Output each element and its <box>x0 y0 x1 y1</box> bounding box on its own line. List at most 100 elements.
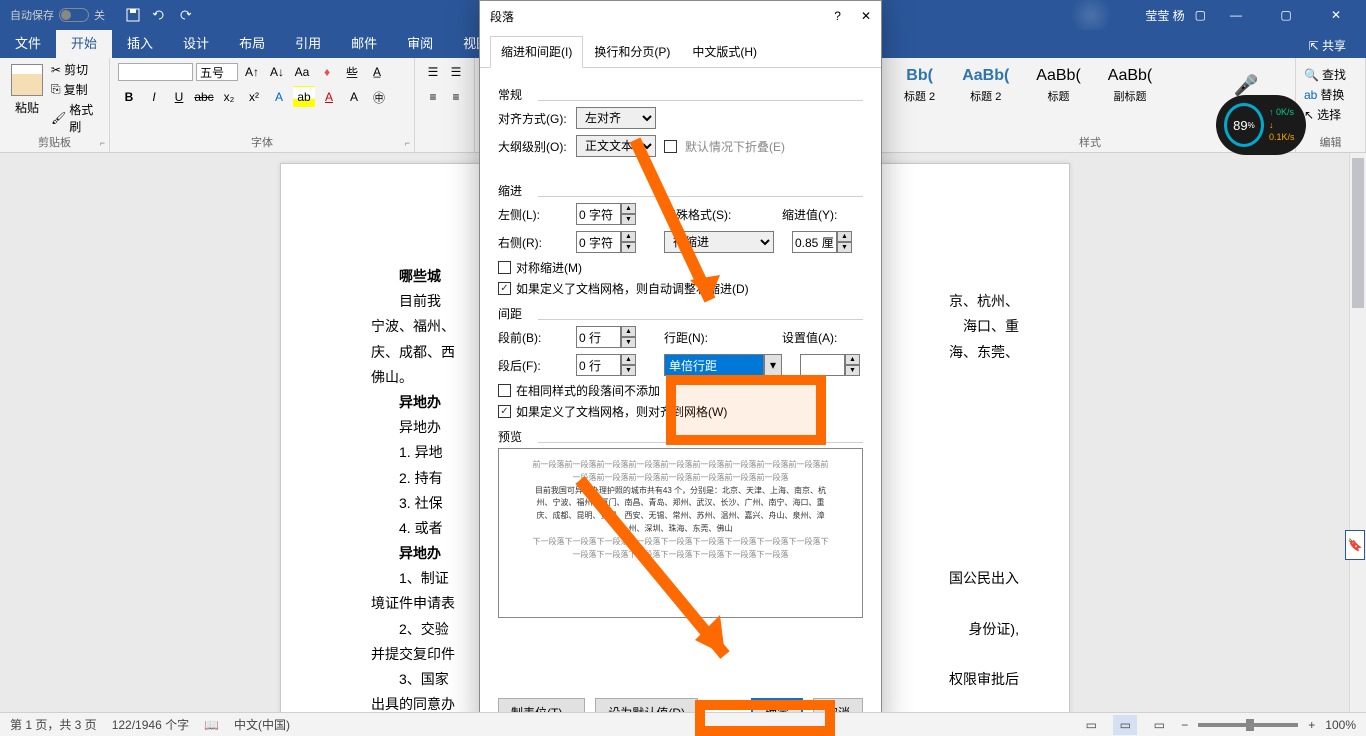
no-space-label: 在相同样式的段落间不添加 <box>516 382 660 399</box>
spell-check-icon[interactable]: 📖 <box>204 718 219 732</box>
dialog-tab-lineBreak[interactable]: 换行和分页(P) <box>583 36 681 67</box>
style-heading2b[interactable]: AaBb(标题 2 <box>951 61 1020 110</box>
decrease-font-icon[interactable]: A↓ <box>266 61 288 83</box>
strikethrough-button[interactable]: abc <box>193 86 215 108</box>
italic-button[interactable]: I <box>143 86 165 108</box>
tab-insert[interactable]: 插入 <box>112 27 168 58</box>
zoom-in-button[interactable]: + <box>1308 718 1315 732</box>
font-color-icon[interactable]: A <box>318 86 340 108</box>
mirror-checkbox[interactable] <box>498 261 511 274</box>
dialog-titlebar: 段落 ? ✕ <box>480 1 881 31</box>
at-spinner[interactable]: ▲▼ <box>800 354 860 376</box>
scroll-thumb[interactable] <box>1352 158 1364 308</box>
character-border-icon[interactable]: A̲ <box>366 61 388 83</box>
character-shading-icon[interactable]: A <box>343 86 365 108</box>
dialog-tab-asian[interactable]: 中文版式(H) <box>681 36 768 67</box>
auto-adjust-checkbox[interactable] <box>498 282 511 295</box>
right-indent-label: 右侧(R): <box>498 234 568 251</box>
tab-references[interactable]: 引用 <box>280 27 336 58</box>
dialog-close-button[interactable]: ✕ <box>861 9 871 23</box>
system-monitor-widget[interactable]: 89% ↑ 0K/s ↓ 0.1K/s <box>1216 95 1306 155</box>
font-size-select[interactable] <box>196 63 238 81</box>
dialog-tab-indent[interactable]: 缩进和间距(I) <box>490 36 583 68</box>
font-name-select[interactable] <box>118 63 193 81</box>
tab-layout[interactable]: 布局 <box>224 27 280 58</box>
print-layout-icon[interactable]: ▭ <box>1113 715 1137 735</box>
minimize-button[interactable]: — <box>1216 8 1256 22</box>
clipboard-expand-icon[interactable]: ⌐ <box>100 138 105 148</box>
style-title[interactable]: AaBb(标题 <box>1025 61 1091 110</box>
tab-mailings[interactable]: 邮件 <box>336 27 392 58</box>
scissors-icon: ✂ <box>51 63 61 77</box>
highlight-icon[interactable]: ab <box>293 86 315 108</box>
format-painter-button[interactable]: 🖌 格式刷 <box>51 101 101 135</box>
language-status[interactable]: 中文(中国) <box>234 716 290 733</box>
cut-button[interactable]: ✂ 剪切 <box>51 61 101 78</box>
autosave-toggle[interactable]: 自动保存 关 <box>10 7 105 23</box>
replace-icon: ab <box>1304 88 1317 102</box>
user-icon[interactable]: ▢ <box>1195 8 1206 22</box>
mirror-label: 对称缩进(M) <box>516 259 582 276</box>
restore-button[interactable]: ▢ <box>1266 8 1306 22</box>
change-case-icon[interactable]: Aa <box>291 61 313 83</box>
paste-button[interactable]: 粘贴 <box>8 61 46 119</box>
increase-font-icon[interactable]: A↑ <box>241 61 263 83</box>
snap-grid-checkbox[interactable] <box>498 405 511 418</box>
read-mode-icon[interactable]: ▭ <box>1079 715 1103 735</box>
bullets-icon[interactable]: ☰ <box>423 61 443 83</box>
bookmark-nav-icon[interactable]: 🔖 <box>1345 530 1365 560</box>
copy-button[interactable]: ⎘ 复制 <box>51 81 101 98</box>
brush-icon: 🖌 <box>51 111 66 125</box>
numbering-icon[interactable]: ☰ <box>446 61 466 83</box>
annotation-highlight-2 <box>695 700 835 736</box>
clear-format-icon[interactable]: ♦ <box>316 61 338 83</box>
line-spacing-select[interactable]: 单倍行距 <box>664 354 764 376</box>
alignment-select[interactable]: 左对齐 <box>576 107 656 129</box>
zoom-out-button[interactable]: − <box>1181 718 1188 732</box>
align-center-icon[interactable]: ≡ <box>446 86 466 108</box>
before-label: 段前(B): <box>498 329 568 346</box>
tab-review[interactable]: 审阅 <box>392 27 448 58</box>
undo-icon[interactable] <box>151 7 167 23</box>
word-count[interactable]: 122/1946 个字 <box>112 716 189 733</box>
after-spinner[interactable]: ▲▼ <box>576 354 636 376</box>
underline-button[interactable]: U <box>168 86 190 108</box>
indent-by-spinner[interactable]: ▲▼ <box>792 231 852 253</box>
select-button[interactable]: ↖ 选择 <box>1304 106 1357 123</box>
tab-home[interactable]: 开始 <box>56 27 112 58</box>
replace-button[interactable]: ab 替换 <box>1304 86 1357 103</box>
redo-icon[interactable] <box>177 7 193 23</box>
subscript-button[interactable]: x₂ <box>218 86 240 108</box>
paste-icon <box>11 64 43 96</box>
zoom-slider[interactable] <box>1198 723 1298 727</box>
after-label: 段后(F): <box>498 357 568 374</box>
web-layout-icon[interactable]: ▭ <box>1147 715 1171 735</box>
text-effects-icon[interactable]: A <box>268 86 290 108</box>
annotation-arrow-1 <box>615 130 735 330</box>
annotation-highlight-1 <box>666 375 826 445</box>
download-speed: ↓ 0.1K/s <box>1269 119 1298 144</box>
vertical-scrollbar[interactable] <box>1349 153 1366 712</box>
tab-design[interactable]: 设计 <box>168 27 224 58</box>
save-icon[interactable] <box>125 7 141 23</box>
enclose-character-icon[interactable]: ㊥ <box>368 86 390 108</box>
style-subtitle[interactable]: AaBb(副标题 <box>1097 61 1163 110</box>
toggle-switch[interactable] <box>59 8 89 22</box>
zoom-level[interactable]: 100% <box>1325 718 1356 732</box>
phonetic-guide-icon[interactable]: 些 <box>341 61 363 83</box>
group-label-font: 字体 <box>251 134 273 150</box>
font-expand-icon[interactable]: ⌐ <box>405 138 410 148</box>
bold-button[interactable]: B <box>118 86 140 108</box>
align-left-icon[interactable]: ≡ <box>423 86 443 108</box>
style-heading2[interactable]: Bb(标题 2 <box>893 61 946 110</box>
tab-file[interactable]: 文件 <box>0 27 56 58</box>
find-button[interactable]: 🔍 查找 <box>1304 66 1357 83</box>
dialog-help-button[interactable]: ? <box>834 9 841 23</box>
superscript-button[interactable]: x² <box>243 86 265 108</box>
no-space-checkbox[interactable] <box>498 384 511 397</box>
indent-by-label: 缩进值(Y): <box>782 206 862 223</box>
page-status[interactable]: 第 1 页，共 3 页 <box>10 716 97 733</box>
dialog-tabs: 缩进和间距(I) 换行和分页(P) 中文版式(H) <box>480 36 881 68</box>
close-button[interactable]: ✕ <box>1316 8 1356 22</box>
share-button[interactable]: ⇱ 共享 <box>1299 33 1356 58</box>
